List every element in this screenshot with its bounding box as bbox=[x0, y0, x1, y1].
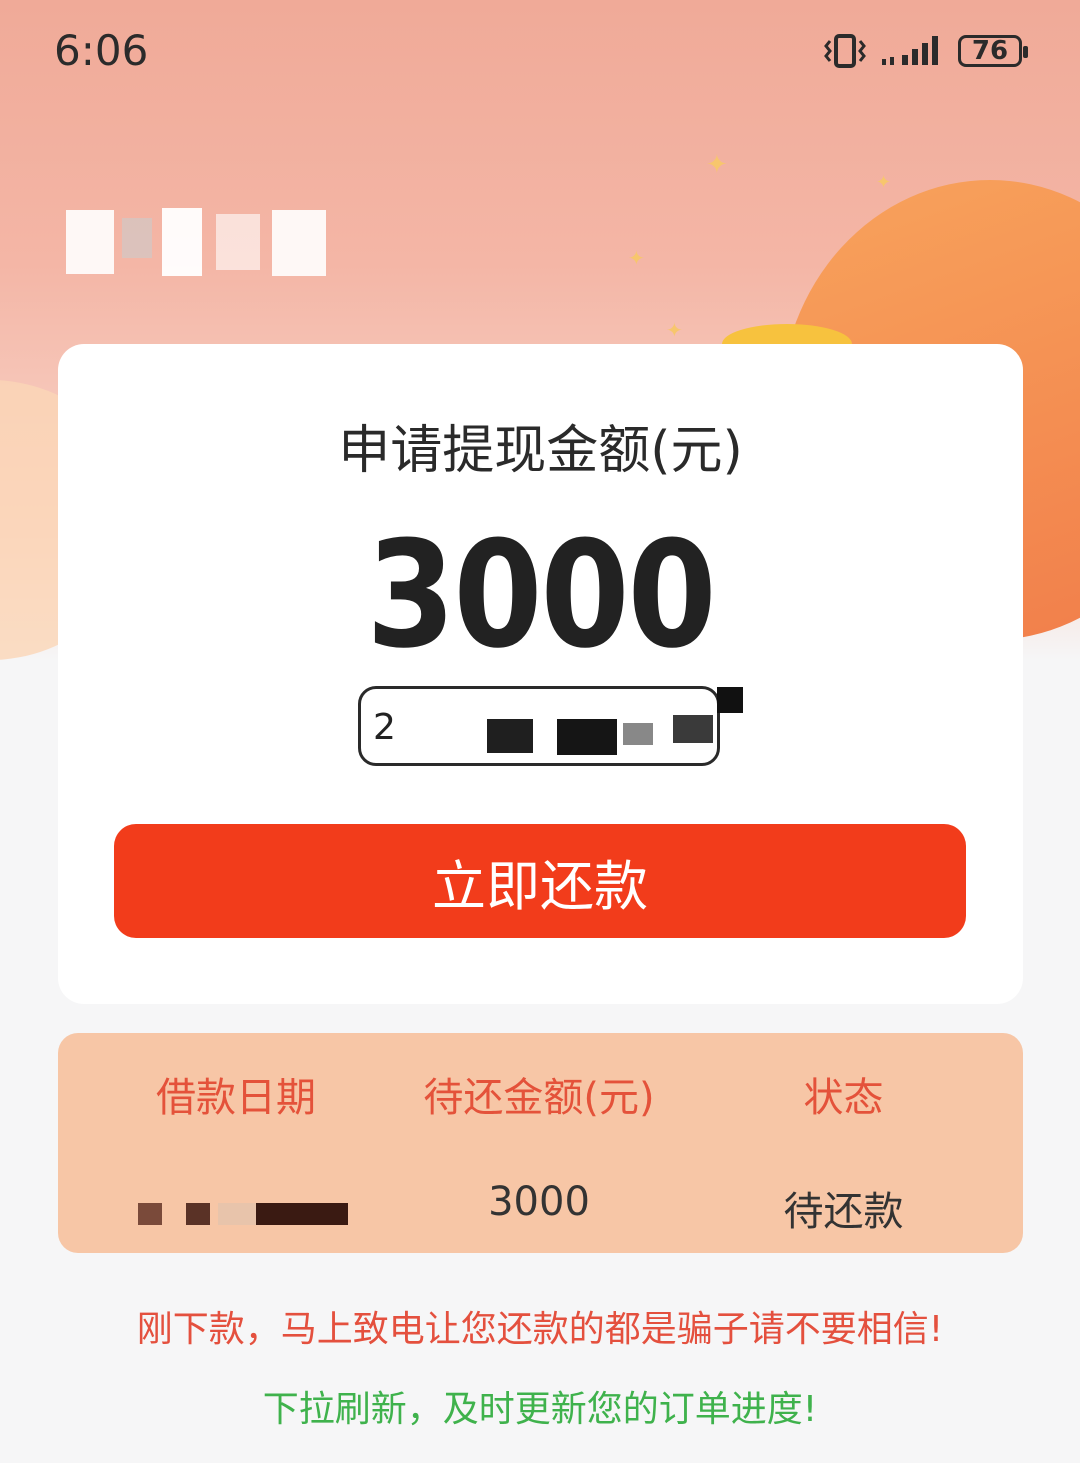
order-table: 借款日期 待还金额(元) 状态 3000 待还款 bbox=[58, 1033, 1023, 1253]
battery-icon: 76 bbox=[958, 35, 1028, 67]
redacted-code-box: 2 bbox=[358, 686, 743, 766]
withdraw-amount: 3000 bbox=[366, 510, 716, 682]
row-amount-due: 3000 bbox=[488, 1179, 590, 1225]
sparkle-icon: ✦ bbox=[628, 246, 645, 270]
row-status: 待还款 bbox=[783, 1189, 904, 1235]
header-status: 状态 bbox=[803, 1075, 884, 1121]
withdraw-card: 申请提现金额(元) 3000 2 立即还款 bbox=[58, 344, 1023, 1004]
fraud-warning: 刚下款，马上致电让您还款的都是骗子请不要相信! bbox=[136, 1309, 944, 1350]
refresh-tip: 下拉刷新，及时更新您的订单进度! bbox=[262, 1389, 818, 1430]
app-title-redacted bbox=[66, 200, 326, 276]
status-time: 6:06 bbox=[54, 26, 149, 75]
status-bar: 6:06 76 bbox=[0, 0, 1080, 100]
repay-now-button[interactable]: 立即还款 bbox=[114, 824, 966, 938]
header-loan-date: 借款日期 bbox=[156, 1075, 316, 1121]
status-icons: 76 bbox=[824, 30, 1028, 72]
sparkle-icon: ✦ bbox=[876, 172, 892, 193]
sparkle-icon: ✦ bbox=[706, 150, 728, 180]
loan-date-redacted bbox=[138, 1203, 348, 1225]
battery-level: 76 bbox=[971, 36, 1009, 66]
signal-icon bbox=[882, 36, 938, 65]
header-amount-due: 待还金额(元) bbox=[423, 1075, 655, 1121]
sparkle-icon: ✦ bbox=[666, 318, 683, 342]
withdraw-amount-label: 申请提现金额(元) bbox=[338, 421, 743, 481]
vibrate-icon bbox=[824, 34, 866, 68]
code-visible-char: 2 bbox=[373, 707, 396, 748]
